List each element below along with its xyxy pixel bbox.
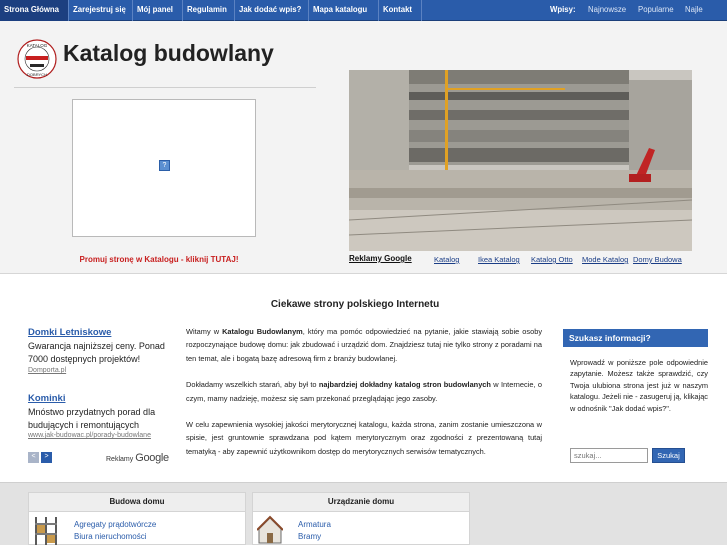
ad-banner-placeholder[interactable]: ? [72, 99, 256, 237]
site-title: Katalog budowlany [63, 40, 274, 66]
broken-image-icon: ? [159, 160, 170, 171]
nav-my-panel[interactable]: Mój panel [133, 0, 183, 21]
left-ad-url-1[interactable]: Domporta.pl [28, 367, 66, 374]
left-ad-title-2[interactable]: Kominki [28, 393, 65, 404]
construction-site-photo [349, 70, 692, 251]
intro-paragraph-2: Dokładamy wszelkich starań, aby był to n… [186, 380, 542, 403]
ad-link-domy[interactable]: Domy Budowa [633, 255, 682, 264]
category-link[interactable]: Agregaty prądotwórcze [74, 520, 156, 529]
category-link[interactable]: Armatura [298, 520, 331, 529]
category-title[interactable]: Urządzanie domu [253, 493, 469, 512]
google-ads-attribution[interactable]: Reklamy Google [106, 452, 169, 464]
search-button[interactable]: Szukaj [652, 448, 685, 463]
site-logo[interactable]: KATALOG DOBRYCH [16, 38, 58, 80]
entries-label: Wpisy: [550, 5, 576, 14]
ads-prev-button[interactable]: < [28, 452, 39, 463]
category-card-urzadzanie: Urządzanie domu Armatura Bramy [252, 492, 470, 545]
left-ad-text-1b: 7000 dostępnych projektów! [28, 354, 141, 364]
house-icon [256, 515, 284, 545]
ad-link-mode[interactable]: Mode Katalog [582, 255, 628, 264]
section-title: Ciekawe strony polskiego Internetu [270, 299, 440, 310]
intro-paragraph-3: W celu zapewnienia wysokiej jakości mery… [186, 420, 542, 456]
ads-next-button[interactable]: > [41, 452, 52, 463]
nav-terms[interactable]: Regulamin [183, 0, 235, 21]
sort-best-link[interactable]: Najle [685, 0, 703, 21]
search-input[interactable] [570, 448, 648, 463]
nav-how-to-add[interactable]: Jak dodać wpis? [235, 0, 309, 21]
left-ad-url-2[interactable]: www.jak-budowac.pl/porady-budowlane [28, 432, 151, 439]
google-brand: Google [135, 452, 169, 464]
svg-text:DOBRYCH: DOBRYCH [27, 72, 47, 77]
top-navigation: Strona Główna Zarejestruj się Mój panel … [0, 0, 727, 21]
category-link[interactable]: Bramy [298, 532, 321, 541]
reklamy-prefix: Reklamy [106, 456, 134, 463]
intro-text: Witamy w Katalogu Budowlanym, który ma p… [186, 325, 542, 471]
logo-badge-icon: KATALOG DOBRYCH [17, 39, 57, 79]
left-ad-text-2a: Mnóstwo przydatnych porad dla [28, 407, 156, 417]
category-title[interactable]: Budowa domu [29, 493, 245, 512]
intro-paragraph-1: Witamy w Katalogu Budowlanym, który ma p… [186, 327, 543, 363]
nav-home[interactable]: Strona Główna [0, 0, 69, 21]
left-ad-text-1a: Gwarancja najniższej ceny. Ponad [28, 341, 165, 351]
left-ad-title-1[interactable]: Domki Letniskowe [28, 327, 111, 338]
promo-link[interactable]: Promuj stronę w Katalogu - kliknij TUTAJ… [0, 255, 318, 264]
nav-register[interactable]: Zarejestruj się [69, 0, 133, 21]
category-link[interactable]: Biura nieruchomości [74, 532, 146, 541]
search-box-description: Wprowadź w poniższe pole odpowiednie zap… [570, 358, 708, 413]
scaffold-icon [33, 515, 59, 545]
sort-popular-link[interactable]: Popularne [638, 0, 674, 21]
search-box-heading: Szukasz informacji? [563, 329, 708, 347]
svg-text:KATALOG: KATALOG [27, 43, 48, 48]
google-ads-label: Reklamy Google [349, 254, 412, 263]
nav-contact[interactable]: Kontakt [379, 0, 422, 21]
left-ad-text-2b: budujących i remontujących [28, 420, 140, 430]
ad-link-ikea[interactable]: Ikea Katalog [478, 255, 520, 264]
sort-newest-link[interactable]: Najnowsze [588, 0, 626, 21]
nav-site-map[interactable]: Mapa katalogu [309, 0, 379, 21]
header-divider [14, 87, 316, 88]
ad-link-katalog[interactable]: Katalog [434, 255, 459, 264]
ad-link-otto[interactable]: Katalog Otto [531, 255, 573, 264]
category-card-budowa: Budowa domu Agregaty prądotwórcze Biura … [28, 492, 246, 545]
